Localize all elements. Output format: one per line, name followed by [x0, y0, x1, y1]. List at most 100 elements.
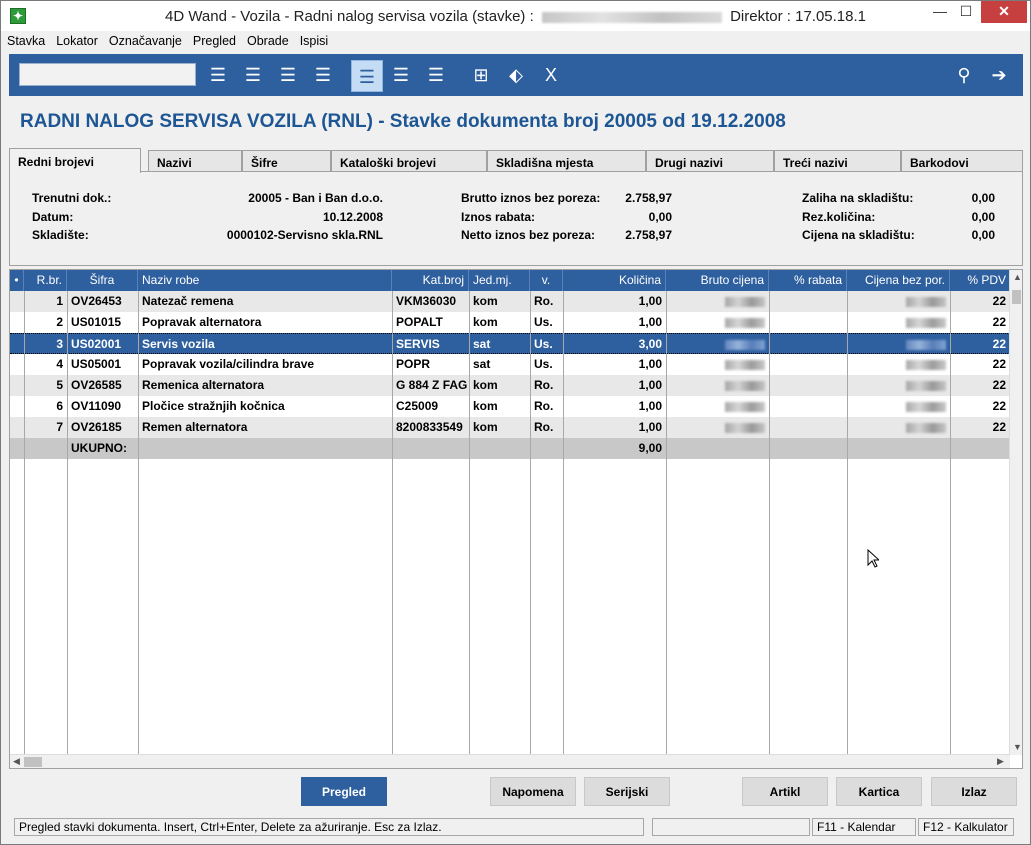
tab-sifre[interactable]: Šifre [242, 150, 331, 172]
rows-delete-icon[interactable]: ☰ [276, 63, 300, 87]
tab-kataloski-brojevi[interactable]: Kataloški brojevi [331, 150, 487, 172]
cell-cijena-redacted [847, 396, 950, 417]
col-kolicina-header[interactable]: Količina [563, 270, 666, 291]
col-rabat-header[interactable]: % rabata [769, 270, 847, 291]
title-bar: ✦ 4D Wand - Vozila - Radni nalog servisa… [1, 1, 1030, 31]
tab-barkodovi[interactable]: Barkodovi [901, 150, 1023, 172]
menu-obrade[interactable]: Obrade [241, 31, 294, 48]
col-sifra-header[interactable]: Šifra [67, 270, 138, 291]
table-row[interactable]: 6 OV11090 Pločice stražnjih kočnica C25009 k… [10, 396, 1010, 417]
cell-rbr: 1 [56, 294, 63, 308]
rows-add-icon[interactable]: ☰ [206, 63, 230, 87]
cell-jedmj: kom [473, 315, 498, 329]
items-grid[interactable]: • R.br. Šifra Naziv robe Kat.broj Jed.mj… [9, 269, 1023, 769]
tag-icon[interactable]: ⬖ [504, 63, 528, 87]
horizontal-scroll-thumb[interactable] [24, 757, 42, 767]
cijena-label: Cijena na skladištu: [802, 228, 915, 242]
table-row[interactable]: 3 US02001 Servis vozila SERVIS sat Us. 3,00 22 [10, 333, 1010, 354]
napomena-button[interactable]: Napomena [490, 777, 576, 806]
menu-lokator[interactable]: Lokator [50, 31, 103, 48]
close-button[interactable]: ✕ [981, 1, 1027, 23]
cell-rbr: 4 [56, 357, 63, 371]
datum-label: Datum: [32, 210, 74, 224]
col-v-header[interactable]: v. [530, 270, 563, 291]
col-rbr-header[interactable]: R.br. [24, 270, 67, 291]
cell-jedmj: kom [473, 378, 498, 392]
cell-kolicina: 1,00 [638, 420, 662, 434]
table-row[interactable]: 5 OV26585 Remenica alternatora G 884 Z FAG k… [10, 375, 1010, 396]
cell-naziv: Popravak vozila/cilindra brave [142, 357, 315, 371]
serijski-button[interactable]: Serijski [584, 777, 670, 806]
table-row[interactable]: 4 US05001 Popravak vozila/cilindra brave PO… [10, 354, 1010, 375]
izlaz-button[interactable]: Izlaz [931, 777, 1017, 806]
col-bruto-header[interactable]: Bruto cijena [666, 270, 769, 291]
cell-sifra: US01015 [71, 315, 122, 329]
cell-katbroj: VKM36030 [396, 294, 457, 308]
menu-stavka[interactable]: Stavka [1, 31, 50, 48]
col-cijena-header[interactable]: Cijena bez por. [847, 270, 950, 291]
table-row[interactable]: 7 OV26185 Remen alternatora 8200833549 kom Ro… [10, 417, 1010, 438]
cell-v: Us. [534, 357, 553, 371]
status-f11[interactable]: F11 - Kalendar [812, 818, 916, 836]
vertical-scroll-thumb[interactable] [1012, 290, 1021, 304]
tab-treci-nazivi[interactable]: Treći nazivi [774, 150, 901, 172]
tab-redni-brojevi[interactable]: Redni brojevi [9, 148, 141, 173]
skladiste-label: Skladište: [32, 228, 89, 242]
search-input[interactable] [19, 63, 196, 86]
table-row[interactable]: 1 OV26453 Natezač remena VKM36030 kom Ro. 1,00… [10, 291, 1010, 312]
cell-naziv: Pločice stražnjih kočnica [142, 399, 285, 413]
cell-kolicina: 3,00 [638, 337, 662, 351]
cell-naziv: Popravak alternatora [142, 315, 262, 329]
window-title: 4D Wand - Vozila - Radni nalog servisa v… [1, 8, 1030, 25]
kartica-button[interactable]: Kartica [836, 777, 922, 806]
scroll-left-icon[interactable]: ◀ [13, 756, 20, 767]
tab-skladisna-mjesta[interactable]: Skladišna mjesta [487, 150, 646, 172]
cell-kolicina: 1,00 [638, 378, 662, 392]
pregled-button[interactable]: Pregled [301, 777, 387, 806]
cell-rbr: 3 [56, 337, 63, 351]
cell-katbroj: C25009 [396, 399, 439, 413]
exit-icon[interactable]: ➔ [987, 63, 1011, 87]
cell-kolicina: 1,00 [638, 399, 662, 413]
cell-sifra: US05001 [71, 357, 122, 371]
status-f12[interactable]: F12 - Kalkulator [918, 818, 1014, 836]
tab-nazivi[interactable]: Nazivi [148, 150, 242, 172]
table-row[interactable]: 2 US01015 Popravak alternatora POPALT kom Us.… [10, 312, 1010, 333]
view-medium-icon[interactable]: ☰ [389, 63, 413, 87]
menu-ispisi[interactable]: Ispisi [294, 31, 333, 48]
scroll-right-icon[interactable]: ▶ [997, 756, 1004, 767]
rabat-value: 0,00 [648, 210, 672, 224]
cell-jedmj: sat [473, 337, 491, 351]
cell-v: Ro. [534, 378, 554, 392]
cell-cijena-redacted [847, 291, 950, 312]
rows-refresh-icon[interactable]: ☰ [311, 63, 335, 87]
menu-oznacavanje[interactable]: Označavanje [103, 31, 187, 48]
col-marker-header[interactable]: • [10, 270, 24, 291]
minimize-button[interactable]: — [927, 1, 953, 23]
col-pdv-header[interactable]: % PDV [950, 270, 1010, 291]
tab-drugi-nazivi[interactable]: Drugi nazivi [646, 150, 774, 172]
excel-icon[interactable]: X [539, 63, 563, 87]
filter-icon[interactable]: ⚲ [952, 63, 976, 87]
menu-pregled[interactable]: Pregled [187, 31, 241, 48]
scroll-up-icon[interactable]: ▲ [1013, 272, 1022, 282]
tab-bar: Redni brojevi Nazivi Šifre Kataloški bro… [9, 148, 1023, 173]
horizontal-scrollbar[interactable]: ◀ ▶ [10, 754, 1010, 768]
maximize-button[interactable]: ☐ [953, 1, 979, 23]
view-wide-icon[interactable]: ☰ [351, 60, 383, 92]
menu-bar: Stavka Lokator Označavanje Pregled Obrade Isp… [1, 31, 1030, 52]
artikl-button[interactable]: Artikl [742, 777, 828, 806]
window-title-prefix: 4D Wand - Vozila - Radni nalog servisa v… [164, 8, 534, 25]
scroll-down-icon[interactable]: ▼ [1013, 742, 1022, 752]
cell-naziv: Servis vozila [142, 337, 215, 351]
cell-naziv: Natezač remena [142, 294, 234, 308]
tree-icon[interactable]: ⊞ [469, 63, 493, 87]
col-katbroj-header[interactable]: Kat.broj [392, 270, 469, 291]
view-narrow-icon[interactable]: ☰ [424, 63, 448, 87]
trenutni-value: 20005 - Ban i Ban d.o.o. [248, 191, 383, 205]
cell-sifra: US02001 [71, 337, 122, 351]
vertical-scrollbar[interactable]: ▲ ▼ [1009, 270, 1022, 755]
col-jedmj-header[interactable]: Jed.mj. [469, 270, 530, 291]
col-naziv-header[interactable]: Naziv robe [138, 270, 392, 291]
rows-insert-icon[interactable]: ☰ [241, 63, 265, 87]
